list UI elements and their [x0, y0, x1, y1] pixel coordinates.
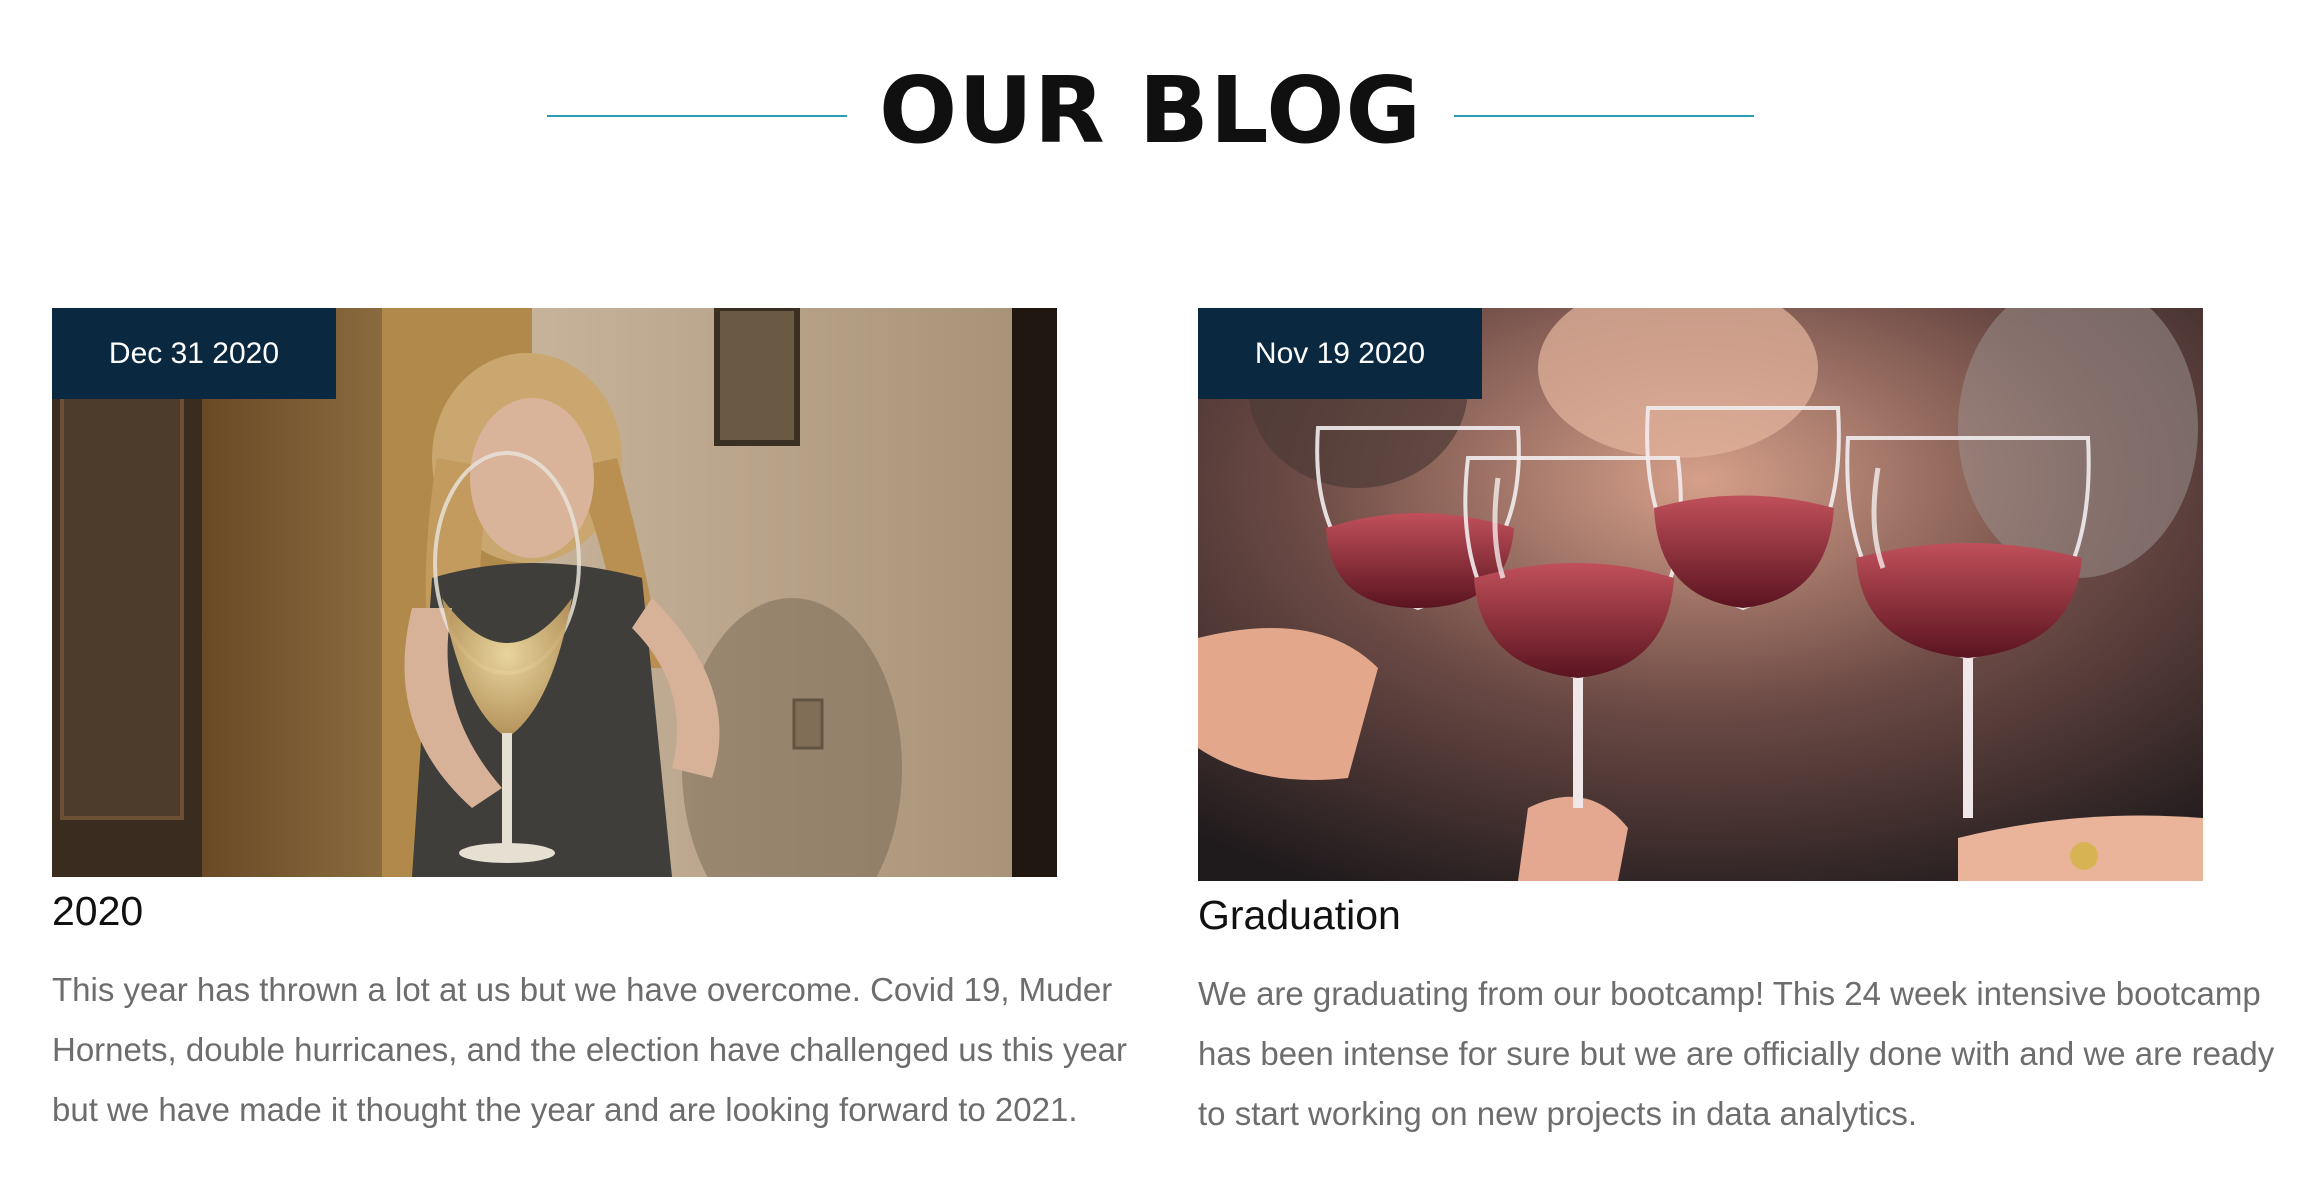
blog-post-card-graduation[interactable]: Nov 19 2020 Graduation We are graduating… [1198, 308, 2298, 1144]
heading-right-rule [1453, 115, 1754, 117]
post-image-woman-with-wine-glass[interactable]: Dec 31 2020 [52, 308, 1057, 877]
post-image-wine-toast[interactable]: Nov 19 2020 [1198, 308, 2203, 881]
heading-left-rule [547, 115, 847, 117]
page-title: OUR BLOG [879, 57, 1422, 164]
post-excerpt: This year has thrown a lot at us but we … [52, 971, 1128, 1129]
blog-post-card-2020[interactable]: Dec 31 2020 2020 This year has thrown a … [52, 308, 1152, 1140]
post-date-badge: Nov 19 2020 [1198, 308, 1482, 399]
post-date-badge: Dec 31 2020 [52, 308, 336, 399]
post-title[interactable]: 2020 [52, 887, 1152, 936]
post-title[interactable]: Graduation [1198, 891, 2298, 940]
post-excerpt: We are graduating from our bootcamp! Thi… [1198, 975, 2275, 1133]
blog-section-header: OUR BLOG [0, 46, 2301, 176]
